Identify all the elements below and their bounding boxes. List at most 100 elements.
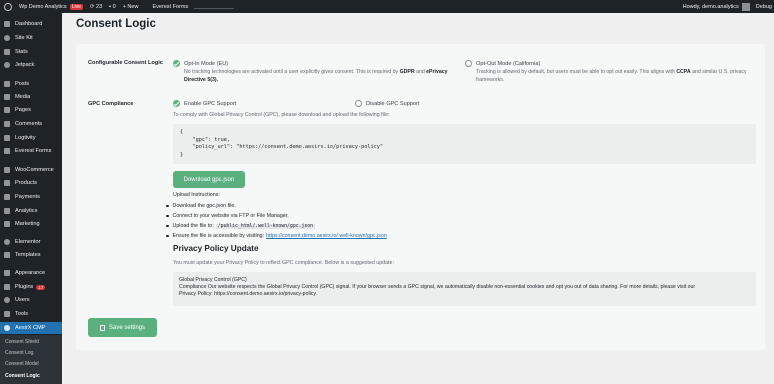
sidebar-item-label: Comments [15,121,43,127]
elementor-icon [4,239,10,245]
gpc-file-link[interactable]: https://consent.demo.aesirx.io/.well-kno… [266,233,387,239]
save-settings-button[interactable]: Save settings [88,318,157,337]
sidebar-item-comments[interactable]: Comments [0,118,62,130]
plugins-icon [4,284,10,290]
sidebar-item-site-kit[interactable]: Site Kit [0,32,62,44]
templates-icon [4,252,10,258]
gpc-instructions-intro: To comply with Global Privacy Control (G… [173,112,390,118]
adminbar-placeholder [194,4,235,9]
submenu-consent-model[interactable]: Consent Model [5,359,39,369]
sidebar-item-plugins[interactable]: Plugins 17 [0,281,62,293]
payments-icon [4,194,10,200]
bullet-icon [166,234,169,238]
updates-link[interactable]: ⟳ 23 [90,4,102,10]
gpc-compliance-label: GPC Compliance [88,101,134,107]
enable-gpc-radio[interactable] [173,100,180,107]
comments-link[interactable]: ▪ 0 [109,4,116,10]
admin-sidebar: Dashboard Site Kit Stats Jetpack Posts M… [0,13,62,384]
submenu-consent-shield[interactable]: Consent Shield [5,337,39,347]
sidebar-item-media[interactable]: Media [0,91,62,103]
sidebar-item-label: Appearance [15,270,46,276]
sidebar-item-jetpack[interactable]: Jetpack [0,59,62,71]
sidebar-item-woocommerce[interactable]: WooCommerce [0,164,62,176]
plugins-update-badge: 17 [36,284,46,290]
sidebar-item-label: WooCommerce [15,167,54,173]
comments-count: 0 [112,3,116,10]
opt-out-desc-text-2: and similar [692,69,718,75]
howdy-link[interactable]: Howdy, demo.analytics [682,2,750,11]
sidebar-item-posts[interactable]: Posts [0,78,62,90]
sidebar-item-templates[interactable]: Templates [0,249,62,261]
opt-out-desc-text: Tracking is allowed by default, but user… [476,69,675,75]
sidebar-item-products[interactable]: Products [0,177,62,189]
upload-instructions-title: Upload Instructions: [173,192,220,198]
download-gpc-button[interactable]: Download gpc.json [173,171,245,188]
tools-icon [4,311,10,317]
bullet-icon [166,214,169,218]
opt-in-radio[interactable] [173,60,180,67]
sidebar-item-payments[interactable]: Payments [0,191,62,203]
opt-out-description: Tracking is allowed by default, but user… [476,68,751,84]
sidebar-item-marketing[interactable]: Marketing [0,218,62,230]
sidebar-item-aesirx-cmp[interactable]: AesirX CMP [0,322,62,334]
list-item: Connect to your website via FTP or File … [166,213,289,219]
sidebar-item-stats[interactable]: Stats [0,46,62,58]
sidebar-item-elementor[interactable]: Elementor [0,236,62,248]
sidebar-item-dashboard[interactable]: Dashboard [0,18,62,30]
sidebar-item-pages[interactable]: Pages [0,104,62,116]
sidebar-item-analytics[interactable]: Analytics [0,205,62,217]
bullet-icon [166,224,169,228]
sidebar-item-label: Tools [15,311,29,317]
site-name-link[interactable]: Wp Demo Analytics Live [19,3,83,10]
products-icon [4,180,10,186]
new-content-link[interactable]: + New [123,4,139,10]
privacy-policy-intro: You must update your Privacy Policy to r… [173,260,394,266]
sidebar-item-tools[interactable]: Tools [0,308,62,320]
upload-path-code: /public_html/.well-known/gpc.json [215,223,316,229]
admin-bar: Wp Demo Analytics Live ⟳ 23 ▪ 0 + New Ev… [0,0,774,13]
debug-link[interactable]: Debug [756,4,772,10]
opt-in-desc-and: and [416,69,425,75]
submenu-consent-log[interactable]: Consent Log [5,348,33,358]
ccpa-term: CCPA [676,69,691,75]
suggestion-text-2: Privacy Policy: https://consent.demo.aes… [179,291,317,298]
bullet-icon [166,204,169,208]
marketing-icon [4,221,10,227]
sidebar-item-label: Jetpack [15,62,35,68]
sidebar-item-everest-forms[interactable]: Everest Forms [0,145,62,157]
sidebar-item-label: Templates [15,252,41,258]
sidebar-item-label: Marketing [15,221,40,227]
list-item: Ensure the file is accessible by visitin… [166,233,387,239]
sidebar-item-logtivity[interactable]: Logtivity [0,132,62,144]
logtivity-icon [4,135,10,141]
jetpack-icon [4,62,10,68]
disable-gpc-radio[interactable] [355,100,362,107]
submenu-consent-logic[interactable]: Consent Logic [5,371,40,381]
sidebar-item-appearance[interactable]: Appearance [0,267,62,279]
page-title: Consent Logic [76,18,156,30]
sidebar-item-label: AesirX CMP [15,325,46,331]
sidebar-item-label: Analytics [15,208,38,214]
opt-in-desc-text: No tracking technologies are activated u… [184,69,399,75]
wordpress-logo-icon[interactable] [4,2,12,11]
howdy-text: Howdy, demo.analytics [682,3,739,10]
privacy-policy-title: Privacy Policy Update [173,244,259,253]
sidebar-item-label: Users [15,297,30,303]
disable-gpc-label[interactable]: Disable GPC Support [366,101,419,107]
suggestion-title: Global Privacy Control (GPC) [179,277,247,283]
dashboard-icon [4,21,10,27]
opt-in-title[interactable]: Opt-In Mode (EU) [184,61,228,67]
save-icon [99,324,105,331]
sidebar-item-label: Elementor [15,239,41,245]
opt-out-title[interactable]: Opt-Out Mode (California) [476,61,540,67]
sidebar-item-users[interactable]: Users [0,294,62,306]
everest-forms-link[interactable]: Everest Forms [152,4,188,10]
consent-logic-label: Configurable Consent Logic [88,60,163,66]
woocommerce-icon [4,167,10,173]
sidebar-item-label: Stats [15,49,28,55]
save-settings-label: Save settings [108,324,146,331]
sidebar-item-label: Pages [15,107,31,113]
enable-gpc-label[interactable]: Enable GPC Support [184,101,236,107]
sidebar-item-label: Posts [15,81,29,87]
opt-out-radio[interactable] [465,60,472,67]
